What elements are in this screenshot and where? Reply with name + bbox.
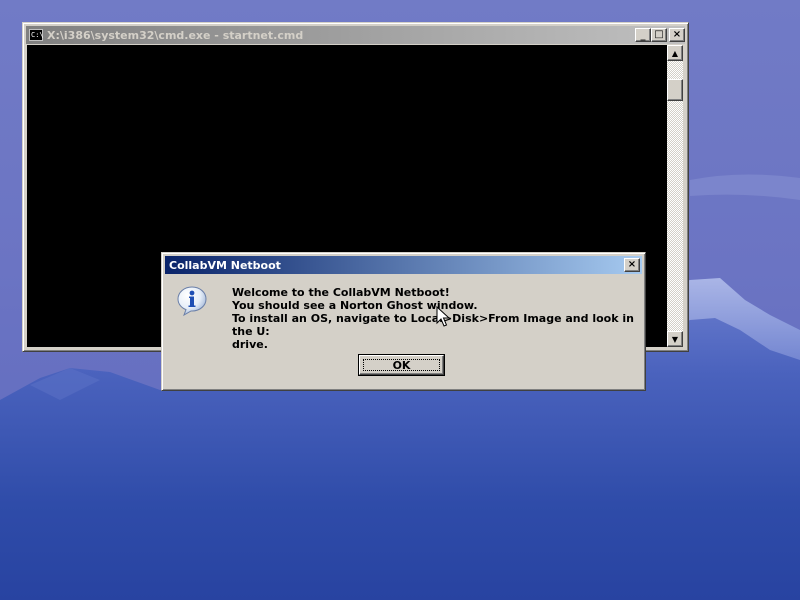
dialog-title: CollabVM Netboot xyxy=(169,258,281,272)
focus-rect xyxy=(363,359,440,371)
message-line: drive. xyxy=(232,338,268,351)
minimize-button[interactable]: _ xyxy=(635,28,651,42)
scroll-up-button[interactable]: ▲ xyxy=(667,45,683,61)
scroll-down-button[interactable]: ▼ xyxy=(667,331,683,347)
maximize-button[interactable]: □ xyxy=(651,28,667,42)
scroll-thumb[interactable] xyxy=(667,79,683,101)
message-line: Welcome to the CollabVM Netboot! xyxy=(232,286,450,299)
dialog-titlebar[interactable]: CollabVM Netboot × xyxy=(165,256,642,274)
vertical-scrollbar[interactable]: ▲ ▼ xyxy=(667,45,683,347)
info-icon xyxy=(177,286,207,317)
dialog-close-button[interactable]: × xyxy=(624,258,640,272)
mouse-cursor-icon xyxy=(436,306,450,327)
message-dialog[interactable]: CollabVM Netboot × Welcome to the Collab… xyxy=(161,252,646,391)
close-button[interactable]: × xyxy=(669,28,685,42)
ok-button[interactable]: OK xyxy=(358,354,445,376)
console-title: X:\i386\system32\cmd.exe - startnet.cmd xyxy=(47,28,304,42)
console-titlebar[interactable]: C:\ X:\i386\system32\cmd.exe - startnet.… xyxy=(26,26,685,44)
console-icon: C:\ xyxy=(29,29,44,41)
